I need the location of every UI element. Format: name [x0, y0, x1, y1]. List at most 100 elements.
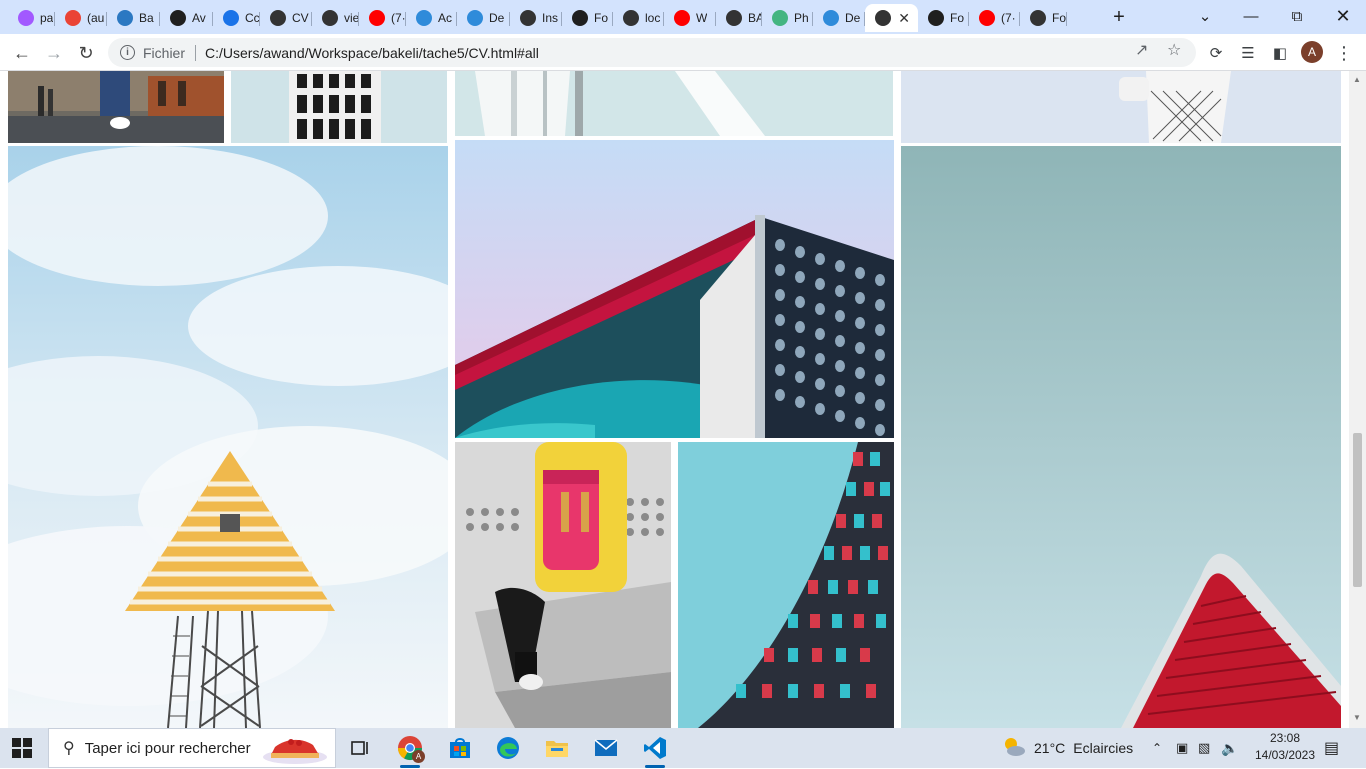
tab-title: vie: [344, 11, 359, 25]
browser-tab[interactable]: Av: [160, 4, 213, 32]
browser-tab[interactable]: W: [664, 4, 716, 32]
info-icon[interactable]: i: [120, 45, 135, 60]
browser-tab[interactable]: Ins: [510, 4, 562, 32]
weather-sun-cloud-icon: [1002, 736, 1026, 761]
notifications-icon[interactable]: ▤: [1324, 728, 1339, 768]
github-icon: [572, 10, 588, 26]
taskbar-search-box[interactable]: ⚲ Taper ici pour rechercher: [48, 728, 336, 768]
weather-text: Eclaircies: [1073, 740, 1134, 756]
tab-title: De: [489, 11, 505, 25]
menu-icon[interactable]: ⋮: [1333, 42, 1355, 64]
browser-tab[interactable]: BA: [716, 4, 762, 32]
browser-tab[interactable]: De: [813, 4, 865, 32]
file-explorer-icon[interactable]: [537, 732, 577, 764]
tab-title: Ac: [438, 11, 453, 25]
battery-icon[interactable]: ▧: [1198, 728, 1210, 768]
tab-title: Fo: [950, 11, 965, 25]
reload-button[interactable]: ↻: [74, 41, 98, 65]
browser-tab[interactable]: Fo: [562, 4, 613, 32]
gallery-photo-building-window[interactable]: [231, 71, 447, 143]
browser-tab[interactable]: vie: [312, 4, 359, 32]
browser-tab[interactable]: (7·: [969, 4, 1020, 32]
mail-icon[interactable]: [586, 732, 626, 764]
app-icon: [117, 10, 133, 26]
browser-tab[interactable]: ✕: [865, 4, 918, 32]
youtube-icon: [369, 10, 385, 26]
url-text[interactable]: C:/Users/awand/Workspace/bakeli/tache5/C…: [205, 45, 539, 61]
task-view-icon[interactable]: [340, 732, 380, 764]
tab-title: De: [845, 11, 861, 25]
tab-title: CV: [292, 11, 309, 25]
browser-tab[interactable]: Cc: [213, 4, 260, 32]
canva-icon: [467, 10, 483, 26]
gallery-photo-curved-facade[interactable]: [678, 442, 894, 728]
scroll-up-arrow-icon[interactable]: ▲: [1353, 75, 1361, 84]
browser-tab[interactable]: pa: [8, 4, 55, 32]
page-viewport: [0, 71, 1366, 728]
search-icon: ⚲: [63, 740, 75, 757]
close-tab-icon[interactable]: ✕: [898, 10, 910, 27]
gallery-photo-pink-backpack[interactable]: [455, 442, 671, 728]
youtube-icon: [979, 10, 995, 26]
new-tab-button[interactable]: +: [1108, 6, 1130, 28]
edge-icon[interactable]: [488, 732, 528, 764]
clock-date: 14/03/2023: [1254, 748, 1316, 762]
gallery-photo-sign-tower[interactable]: [901, 71, 1341, 143]
browser-tab[interactable]: Ac: [406, 4, 457, 32]
browser-tab[interactable]: (au: [55, 4, 107, 32]
close-window-button[interactable]: ✕: [1320, 0, 1366, 32]
vscode-icon[interactable]: [635, 732, 675, 768]
tab-separator: [1066, 12, 1067, 26]
tab-title: W: [696, 11, 708, 25]
system-clock[interactable]: 23:08 14/03/2023: [1250, 730, 1320, 764]
tab-title: Ba: [139, 11, 154, 25]
forward-button[interactable]: →: [42, 41, 66, 65]
tab-title: BA: [748, 11, 762, 25]
weather-widget[interactable]: 21°C Eclaircies: [1002, 728, 1133, 768]
tab-search-icon[interactable]: ⌄: [1182, 0, 1228, 32]
media-control-icon[interactable]: ☰: [1237, 42, 1259, 64]
chrome-profile-badge: A: [412, 750, 425, 763]
microsoft-store-icon[interactable]: [440, 732, 480, 764]
gallery-photo-street[interactable]: [8, 71, 224, 143]
side-panel-icon[interactable]: ◧: [1269, 42, 1291, 64]
minimize-button[interactable]: —: [1228, 0, 1274, 32]
gmail-icon: [65, 10, 81, 26]
profile-avatar[interactable]: A: [1301, 41, 1323, 63]
bookmark-star-icon[interactable]: ☆: [1167, 40, 1181, 60]
meet-now-icon[interactable]: ▣: [1176, 728, 1188, 768]
chrome-taskbar-icon[interactable]: A: [390, 732, 430, 768]
globe-icon: [520, 10, 536, 26]
address-bar[interactable]: i Fichier C:/Users/awand/Workspace/bakel…: [108, 38, 1196, 67]
globe-icon: [1030, 10, 1046, 26]
back-button[interactable]: ←: [10, 41, 34, 65]
browser-tab[interactable]: Fo: [918, 4, 969, 32]
browser-tab[interactable]: Ba: [107, 4, 160, 32]
show-hidden-icons-chevron-icon[interactable]: ⌃: [1152, 728, 1162, 768]
gallery-photo-pyramid-tower[interactable]: [8, 146, 448, 728]
scrollbar-thumb[interactable]: [1353, 433, 1362, 587]
browser-tab[interactable]: (7·: [359, 4, 406, 32]
volume-icon[interactable]: 🔈: [1221, 728, 1238, 768]
tab-title: Fo: [1052, 11, 1067, 25]
share-icon[interactable]: ↗: [1135, 40, 1148, 60]
tab-title: (7·: [1001, 11, 1016, 25]
scroll-down-arrow-icon[interactable]: ▼: [1353, 713, 1361, 722]
gallery-photo-white-structure[interactable]: [455, 71, 893, 136]
globe-icon: [270, 10, 286, 26]
browser-tab[interactable]: Ph: [762, 4, 813, 32]
browser-tab[interactable]: loc: [613, 4, 664, 32]
extension-icon[interactable]: ⟳: [1205, 42, 1227, 64]
gallery-photo-modern-building[interactable]: [455, 140, 894, 438]
browser-tab[interactable]: CV: [260, 4, 312, 32]
gallery-photo-red-slats-building[interactable]: [901, 146, 1341, 728]
clock-time: 23:08: [1269, 731, 1301, 745]
windows-start-icon[interactable]: [12, 738, 32, 758]
tab-strip: pa (au Ba Av Cc CV vie (7· Ac De Ins Fo loc W BA Ph De ✕ F…: [0, 0, 1366, 34]
maximize-button[interactable]: ⧉: [1274, 0, 1320, 32]
weather-temp: 21°C: [1034, 740, 1066, 756]
browser-tab[interactable]: De: [457, 4, 510, 32]
browser-tab[interactable]: Fo: [1020, 4, 1067, 32]
page-scrollbar[interactable]: ▲ ▼: [1349, 71, 1366, 728]
globe-icon: [875, 10, 891, 26]
